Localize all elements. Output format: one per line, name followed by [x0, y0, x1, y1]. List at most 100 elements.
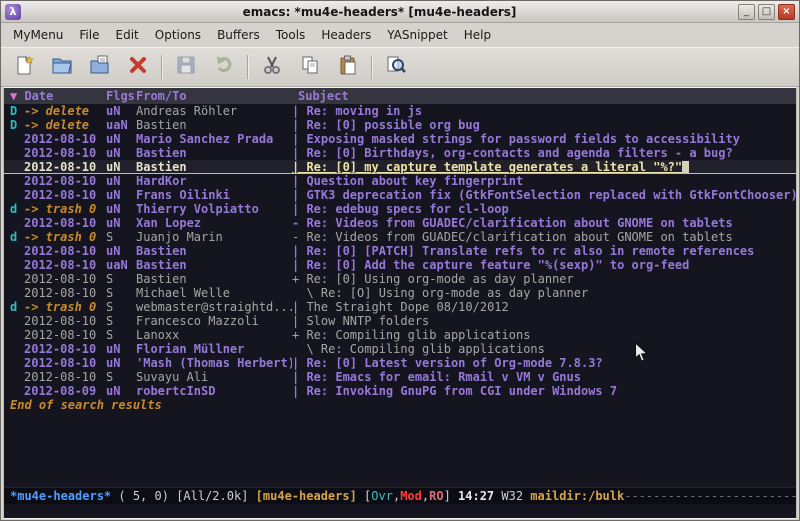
- cell-date: 2012-08-10: [24, 370, 106, 384]
- toolbar-separator: [247, 55, 249, 79]
- search-button[interactable]: [381, 52, 411, 82]
- message-row[interactable]: 2012-08-10SFrancesco Mazzoli| Slow NNTP …: [4, 314, 796, 328]
- cell-date: 2012-08-10: [24, 174, 106, 188]
- message-row[interactable]: 2012-08-10uNXan Lopez- Re: Videos from G…: [4, 216, 796, 230]
- cut-button[interactable]: [257, 52, 287, 82]
- modeline-segment: Mod: [400, 488, 422, 504]
- open-file-button[interactable]: [47, 52, 77, 82]
- menu-tools[interactable]: Tools: [268, 24, 314, 46]
- message-row[interactable]: 2012-08-10uN'Mash (Thomas Herbert)| Re: …: [4, 356, 796, 370]
- cell-mark: [10, 342, 24, 356]
- text-cursor: [682, 161, 689, 173]
- menu-edit[interactable]: Edit: [108, 24, 147, 46]
- message-row[interactable]: 2012-08-10uNBastien| Re: [0] Birthdays, …: [4, 146, 796, 160]
- cell-subject: + Re: Compiling glib applications: [292, 328, 796, 342]
- modeline-segment: W32: [501, 488, 530, 504]
- cell-from: Bastien: [136, 244, 292, 258]
- cell-subject: \ Re: [O] Using org-mode as day planner: [292, 286, 796, 300]
- cell-flags: S: [106, 272, 136, 286]
- message-row[interactable]: D-> deleteuaNBastien| Re: [0] possible o…: [4, 118, 796, 132]
- message-row[interactable]: 2012-08-10SSuvayu Ali| Re: Emacs for ema…: [4, 370, 796, 384]
- menu-mymenu[interactable]: MyMenu: [5, 24, 71, 46]
- cell-mark: D: [10, 118, 24, 132]
- message-row[interactable]: 2012-08-10uNBastien| Re: [0] [PATCH] Tra…: [4, 244, 796, 258]
- cell-mark: [10, 356, 24, 370]
- message-row[interactable]: 2012-08-10uNHardKor| Question about key …: [4, 174, 796, 188]
- minimize-button[interactable]: _: [738, 4, 755, 20]
- message-row[interactable]: 2012-08-10uaNBastien| Re: [0] Add the ca…: [4, 258, 796, 272]
- sort-descending-icon: ▼: [10, 89, 24, 103]
- menu-buffers[interactable]: Buffers: [209, 24, 268, 46]
- cell-subject: | GTK3 deprecation fix (GtkFontSelection…: [292, 188, 796, 202]
- modeline-segment: maildir:/bulk: [530, 488, 624, 504]
- message-row[interactable]: d-> trash 0SJuanjo Marin- Re: Videos fro…: [4, 230, 796, 244]
- message-row[interactable]: 2012-08-10SMichael Welle \ Re: [O] Using…: [4, 286, 796, 300]
- titlebar[interactable]: λ emacs: *mu4e-headers* [mu4e-headers] _…: [1, 1, 799, 23]
- echo-area[interactable]: [4, 504, 796, 518]
- cell-date: 2012-08-10: [24, 328, 106, 342]
- cell-subject: | Re: [0] Birthdays, org-contacts and ag…: [292, 146, 796, 160]
- mu4e-headers-buffer[interactable]: ▼ Date Flgs From/To Subject D-> deleteuN…: [4, 88, 796, 487]
- kill-buffer-button[interactable]: [123, 52, 153, 82]
- emacs-window: λ emacs: *mu4e-headers* [mu4e-headers] _…: [0, 0, 800, 521]
- cell-from: Bastien: [136, 272, 292, 286]
- cell-flags: uN: [106, 384, 136, 398]
- cell-from: Juanjo Marin: [136, 230, 292, 244]
- cell-from: Mario Sanchez Prada: [136, 132, 292, 146]
- cell-from: Bastien: [136, 146, 292, 160]
- message-row-current[interactable]: 2012-08-10uNBastien| Re: [0] my capture …: [4, 160, 796, 174]
- undo-button[interactable]: [209, 52, 239, 82]
- cell-from: Xan Lopez: [136, 216, 292, 230]
- cell-mark: d: [10, 202, 24, 216]
- modeline-segment: Ovr: [371, 488, 393, 504]
- cell-date: 2012-08-10: [24, 314, 106, 328]
- save-button[interactable]: [171, 52, 201, 82]
- modeline-segment: ]: [444, 488, 458, 504]
- cell-date: 2012-08-10: [24, 216, 106, 230]
- maximize-button[interactable]: □: [758, 4, 775, 20]
- cell-flags: uN: [106, 342, 136, 356]
- message-row[interactable]: 2012-08-10uNMario Sanchez Prada| Exposin…: [4, 132, 796, 146]
- menu-options[interactable]: Options: [147, 24, 209, 46]
- cell-subject: | Re: Invoking GnuPG from CGI under Wind…: [292, 384, 796, 398]
- cell-from: Thierry Volpiatto: [136, 202, 292, 216]
- cell-from: Bastien: [136, 160, 292, 174]
- dired-button[interactable]: [85, 52, 115, 82]
- menu-help[interactable]: Help: [456, 24, 499, 46]
- modeline-segment: 14:27: [458, 488, 501, 504]
- new-file-button[interactable]: [9, 52, 39, 82]
- cell-subject: | Re: Emacs for email: Rmail v VM v Gnus: [292, 370, 796, 384]
- message-row[interactable]: 2012-08-10SBastien+ Re: [0] Using org-mo…: [4, 272, 796, 286]
- cell-from: webmaster@straightd...: [136, 300, 292, 314]
- close-button[interactable]: ×: [778, 4, 795, 20]
- cell-subject: - Re: Videos from GUADEC/clarification a…: [292, 230, 796, 244]
- menu-file[interactable]: File: [71, 24, 107, 46]
- cell-flags: S: [106, 300, 136, 314]
- modeline-segment: ----------------------------------------…: [624, 488, 796, 504]
- message-row[interactable]: 2012-08-10SLanoxx+ Re: Compiling glib ap…: [4, 328, 796, 342]
- cell-from: Bastien: [136, 258, 292, 272]
- menu-headers[interactable]: Headers: [313, 24, 379, 46]
- toolbar-separator: [161, 55, 163, 79]
- message-row[interactable]: d-> trash 0Swebmaster@straightd...| The …: [4, 300, 796, 314]
- cell-flags: uaN: [106, 258, 136, 272]
- cell-mark: d: [10, 230, 24, 244]
- message-row[interactable]: 2012-08-10uNFlorian Müllner \ Re: Compil…: [4, 342, 796, 356]
- cell-from: robertcInSD: [136, 384, 292, 398]
- menu-yasnippet[interactable]: YASnippet: [379, 24, 456, 46]
- cell-flags: uN: [106, 356, 136, 370]
- modeline-segment: ( 5, 0): [111, 488, 176, 504]
- message-row[interactable]: 2012-08-10uNFrans Oilinki| GTK3 deprecat…: [4, 188, 796, 202]
- cell-date: 2012-08-10: [24, 258, 106, 272]
- paste-button[interactable]: [333, 52, 363, 82]
- cell-flags: uN: [106, 216, 136, 230]
- cell-from: Suvayu Ali: [136, 370, 292, 384]
- cell-flags: S: [106, 328, 136, 342]
- cell-subject: | Re: moving in js: [292, 104, 796, 118]
- cell-flags: uaN: [106, 118, 136, 132]
- message-row[interactable]: d-> trash 0uNThierry Volpiatto| Re: edeb…: [4, 202, 796, 216]
- modeline-segment: [: [364, 488, 371, 504]
- message-row[interactable]: D-> deleteuNAndreas Röhler| Re: moving i…: [4, 104, 796, 118]
- copy-button[interactable]: [295, 52, 325, 82]
- message-row[interactable]: 2012-08-09uNrobertcInSD| Re: Invoking Gn…: [4, 384, 796, 398]
